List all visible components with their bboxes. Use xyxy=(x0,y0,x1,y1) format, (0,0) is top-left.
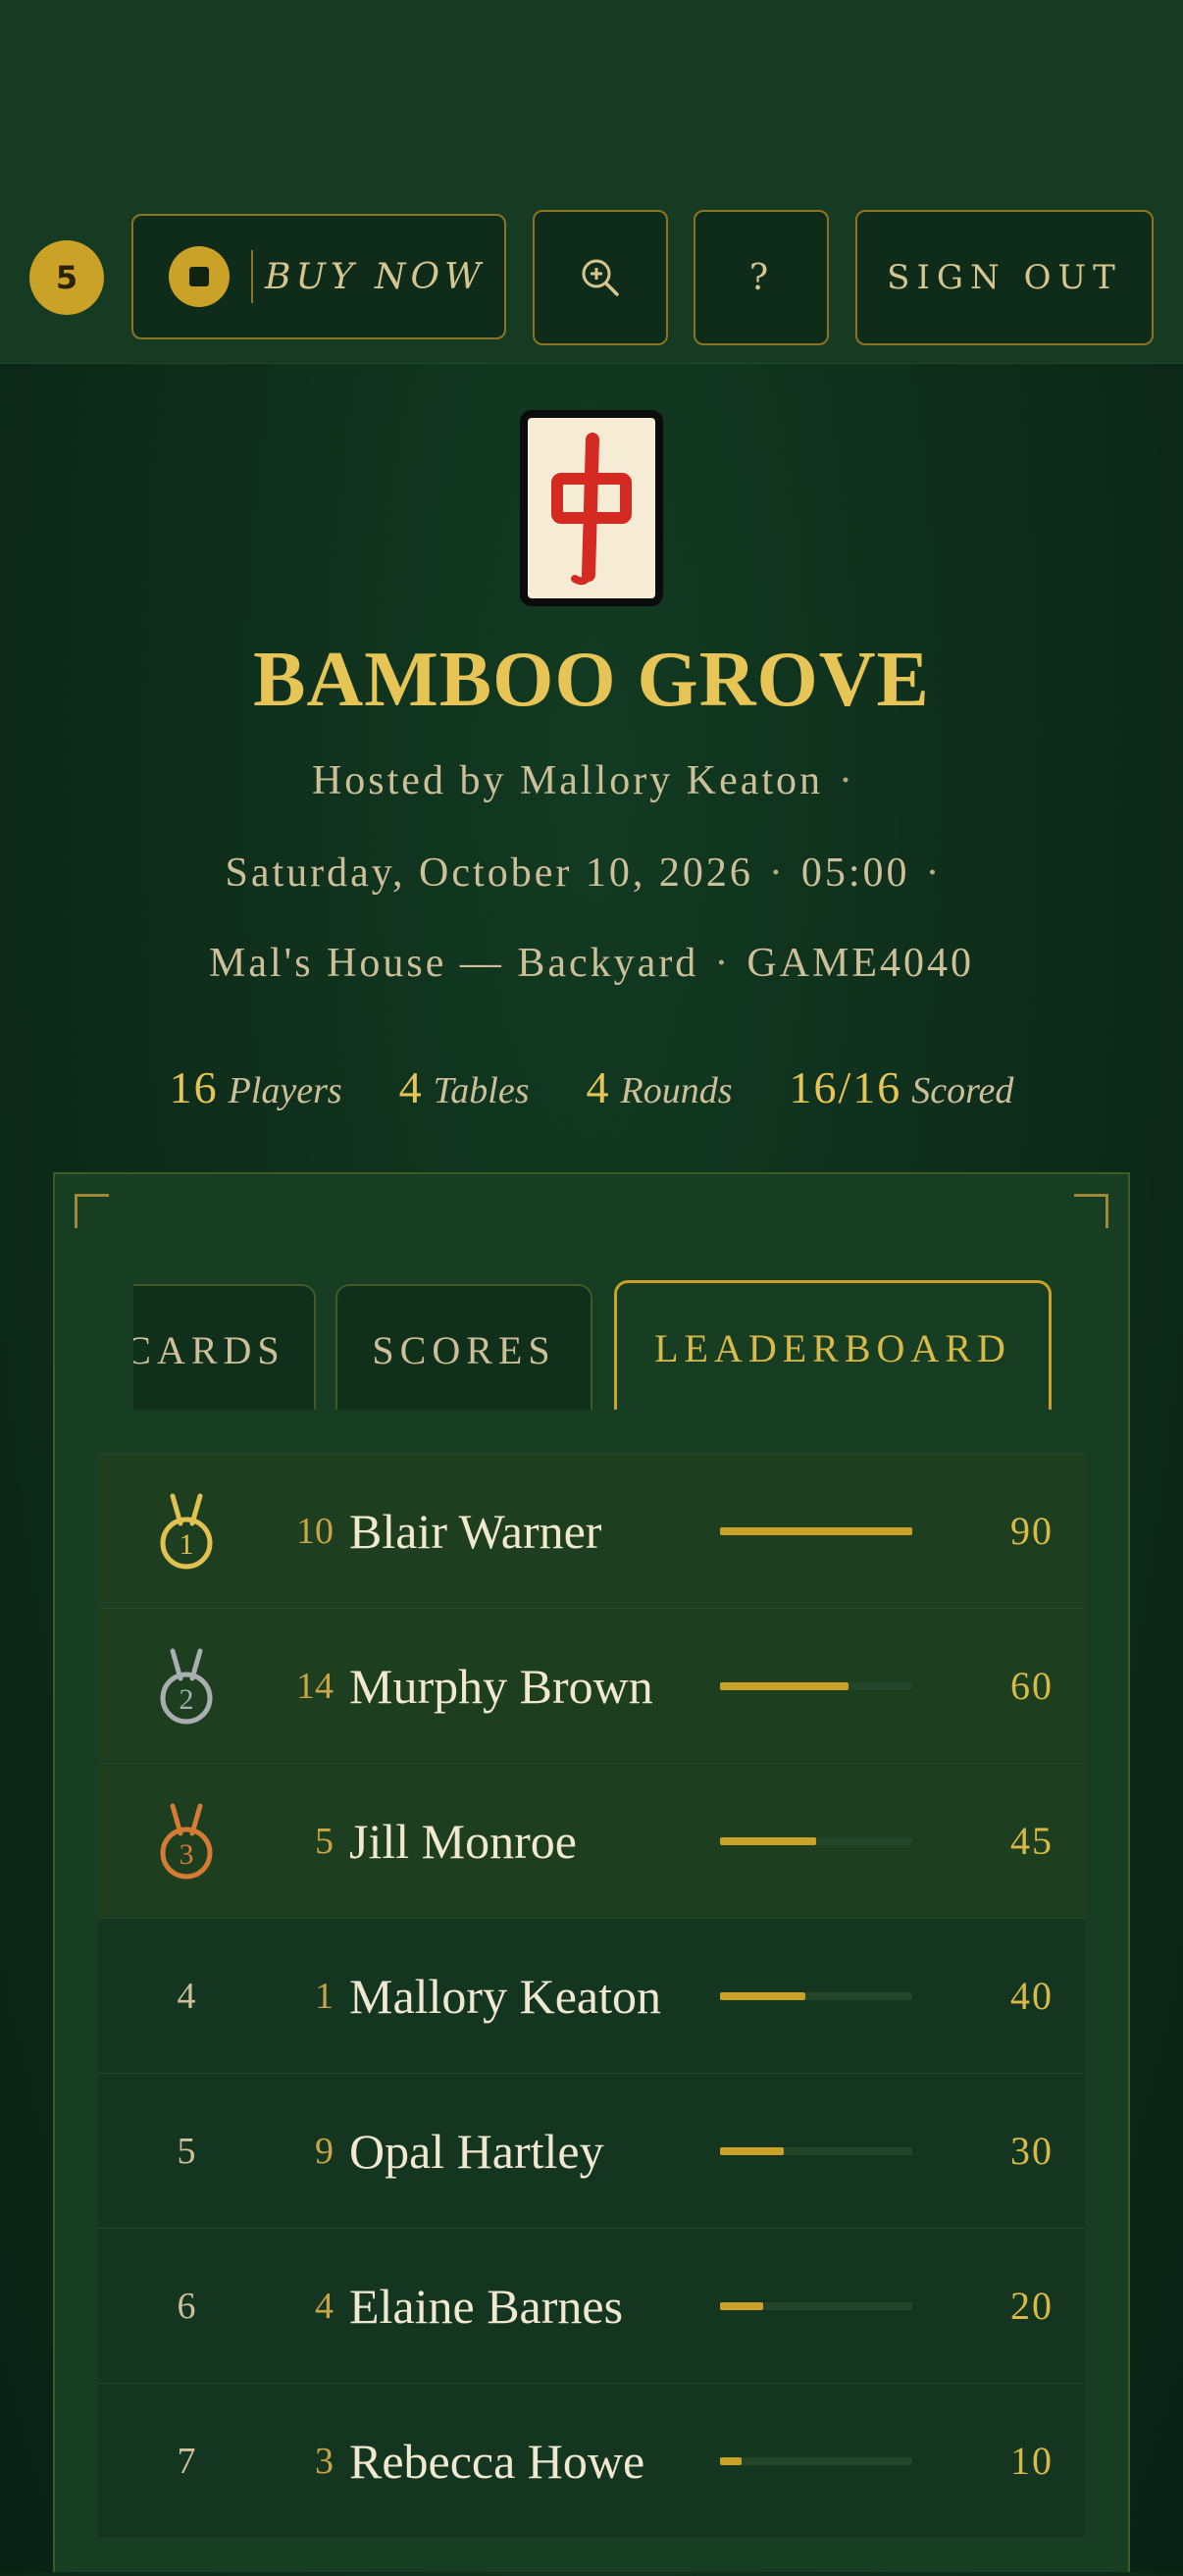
buy-now-button[interactable]: BUY NOW xyxy=(131,214,506,339)
player-name: Opal Hartley xyxy=(349,2123,604,2179)
stop-icon xyxy=(169,246,230,307)
buy-now-label: BUY NOW xyxy=(265,256,487,297)
sign-out-button[interactable]: SIGN OUT xyxy=(855,210,1154,345)
score-bar-fill xyxy=(720,1526,912,1535)
rank-number: 6 xyxy=(177,2285,196,2327)
button-divider xyxy=(251,250,253,303)
notification-badge[interactable]: 5 xyxy=(29,240,104,315)
player-seat-number: 9 xyxy=(315,2130,334,2172)
leaderboard-row[interactable]: 5 9 Opal Hartley 30 xyxy=(98,2073,1085,2228)
tab-bar: CARDS SCORES LEADERBOARD xyxy=(133,1280,1105,1410)
player-name: Jill Monroe xyxy=(349,1813,577,1869)
score-bar xyxy=(720,1991,912,2000)
score-bar xyxy=(720,1681,912,1690)
tab-leaderboard[interactable]: LEADERBOARD xyxy=(614,1280,1052,1410)
score-bar xyxy=(720,1836,912,1845)
player-name: Murphy Brown xyxy=(349,1658,653,1714)
location-line: Mal's House — Backyard · GAME4040 xyxy=(0,940,1183,987)
separator: · xyxy=(839,758,856,803)
bronze-medal-icon: 3 xyxy=(98,1800,275,1882)
date-time-line: Saturday, October 10, 2026 · 05:00 · xyxy=(0,850,1183,897)
player-score: 10 xyxy=(1010,2439,1054,2483)
player-name: Blair Warner xyxy=(349,1503,602,1559)
score-bar xyxy=(720,2456,912,2465)
stat-scored: 16/16 Scored xyxy=(789,1062,1014,1112)
player-score: 60 xyxy=(1010,1664,1054,1708)
stat-players: 16 Players xyxy=(169,1062,342,1112)
score-bar xyxy=(720,2301,912,2310)
player-seat-number: 10 xyxy=(296,1510,334,1552)
help-button[interactable]: ? xyxy=(694,210,829,345)
game-time: 05:00 xyxy=(800,850,910,896)
player-seat-number: 1 xyxy=(315,1975,334,2017)
player-score: 90 xyxy=(1010,1509,1054,1553)
host-line: Hosted by Mallory Keaton · xyxy=(0,757,1183,804)
score-bar-fill xyxy=(720,1991,806,2000)
game-location: Mal's House — Backyard xyxy=(209,941,699,986)
svg-text:2: 2 xyxy=(180,1683,194,1716)
leaderboard-list: 1 10 Blair Warner 90 2 14 Murphy Brown 60 3 5 Jill… xyxy=(98,1453,1085,2576)
host-name: Hosted by Mallory Keaton xyxy=(311,758,824,803)
player-seat-number: 5 xyxy=(315,1820,334,1862)
svg-text:3: 3 xyxy=(180,1838,194,1871)
score-bar-fill xyxy=(720,2301,763,2310)
player-name: Mallory Keaton xyxy=(349,1968,661,2024)
leaderboard-row[interactable]: 6 4 Elaine Barnes 20 xyxy=(98,2228,1085,2383)
score-bar xyxy=(720,1526,912,1535)
game-date: Saturday, October 10, 2026 xyxy=(225,850,753,896)
score-bar-fill xyxy=(720,2146,785,2155)
player-seat-number: 14 xyxy=(296,1665,334,1707)
rank-number: 4 xyxy=(177,1975,196,2017)
corner-ornament xyxy=(1074,1194,1108,1228)
player-name: Elaine Barnes xyxy=(349,2278,624,2334)
leaderboard-row[interactable]: 2 14 Murphy Brown 60 xyxy=(98,1608,1085,1763)
svg-text:1: 1 xyxy=(180,1528,194,1561)
leaderboard-panel: CARDS SCORES LEADERBOARD 1 10 Blair Warner… xyxy=(53,1172,1130,2572)
stat-tables: 4 Tables xyxy=(398,1062,530,1112)
silver-medal-icon: 2 xyxy=(98,1645,275,1727)
stat-rounds: 4 Rounds xyxy=(586,1062,733,1112)
player-score: 45 xyxy=(1010,1819,1054,1863)
zoom-button[interactable] xyxy=(533,210,668,345)
score-bar-fill xyxy=(720,2456,742,2465)
score-bar xyxy=(720,2146,912,2155)
separator: · xyxy=(925,850,943,896)
leaderboard-row[interactable]: 4 1 Mallory Keaton 40 xyxy=(98,1918,1085,2073)
player-name: Rebecca Howe xyxy=(349,2433,645,2489)
tab-scores[interactable]: SCORES xyxy=(335,1284,592,1410)
leaderboard-row[interactable]: 7 3 Rebecca Howe 10 xyxy=(98,2383,1085,2538)
leaderboard-row[interactable]: 3 5 Jill Monroe 45 xyxy=(98,1763,1085,1918)
game-stats: 16 Players 4 Tables 4 Rounds 16/16 Scored xyxy=(0,1061,1183,1113)
red-dragon-tile-icon xyxy=(520,410,663,606)
player-seat-number: 4 xyxy=(315,2285,334,2327)
gold-medal-icon: 1 xyxy=(98,1490,275,1572)
game-code[interactable]: GAME4040 xyxy=(746,941,974,986)
separator: · xyxy=(768,850,786,896)
corner-ornament xyxy=(75,1194,109,1228)
player-score: 20 xyxy=(1010,2284,1054,2328)
rank-number: 5 xyxy=(177,2130,196,2172)
leaderboard-row[interactable]: 1 10 Blair Warner 90 xyxy=(98,1453,1085,1608)
player-seat-number: 3 xyxy=(315,2440,334,2482)
separator: · xyxy=(714,941,732,986)
score-bar-fill xyxy=(720,1681,849,1690)
player-score: 40 xyxy=(1010,1974,1054,2018)
score-bar-fill xyxy=(720,1836,816,1845)
rank-number: 7 xyxy=(177,2440,196,2482)
tab-cards[interactable]: CARDS xyxy=(133,1284,316,1410)
zoom-in-icon xyxy=(582,259,619,296)
player-score: 30 xyxy=(1010,2129,1054,2173)
game-title: BAMBOO GROVE xyxy=(253,637,930,723)
top-bar: 5 BUY NOW ? SIGN OUT xyxy=(0,0,1183,364)
